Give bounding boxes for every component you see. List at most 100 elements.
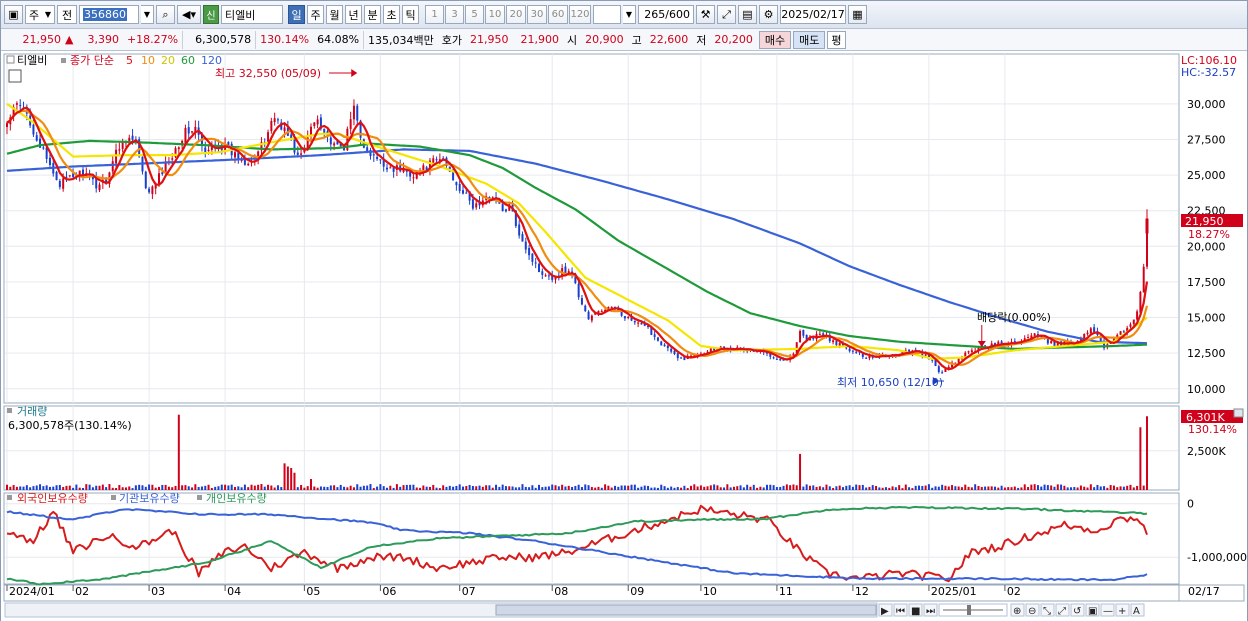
volume-bar — [25, 485, 28, 490]
stop-icon[interactable]: ■ — [908, 603, 923, 617]
plus-icon[interactable]: + — [1115, 603, 1130, 617]
volume-bar — [881, 487, 884, 490]
volume-bar — [250, 484, 253, 490]
interval-button-30[interactable]: 30 — [527, 5, 547, 24]
candle-body — [191, 131, 194, 133]
reset-icon[interactable]: ↺ — [1070, 603, 1085, 617]
interval-input[interactable] — [593, 5, 621, 24]
grid-toggle-icon[interactable] — [8, 69, 22, 83]
candle-body — [779, 359, 782, 361]
period-tab-4[interactable]: 분 — [364, 5, 381, 24]
volume-bar — [111, 487, 114, 490]
legend-marker-icon — [7, 408, 12, 413]
interval-button-5[interactable]: 5 — [465, 5, 484, 24]
volume-bar — [1086, 487, 1089, 490]
volume-bar — [346, 487, 349, 490]
volume-bar — [861, 484, 864, 490]
interval-button-3[interactable]: 3 — [445, 5, 464, 24]
buy-button[interactable]: 매수 — [758, 30, 792, 49]
candle-body — [937, 366, 940, 373]
search-icon[interactable]: ⌕ — [156, 5, 175, 24]
volume-bar — [732, 486, 735, 490]
volume-bar — [402, 485, 405, 490]
interval-dropdown-icon[interactable]: ▼ — [623, 5, 636, 24]
interval-button-1[interactable]: 1 — [425, 5, 444, 24]
gear-icon[interactable]: ⚙ — [759, 5, 778, 24]
period-tab-0[interactable]: 일 — [288, 5, 305, 24]
fit-icon[interactable]: ⤢ — [1055, 603, 1070, 617]
volume-bar — [544, 486, 547, 490]
stock-name-field[interactable]: 티엘비 — [221, 5, 283, 24]
minus-icon[interactable]: — — [1100, 603, 1115, 617]
market-type-select[interactable]: 주 ▼ — [25, 5, 55, 24]
all-button[interactable]: 전 — [57, 5, 77, 24]
candle-body — [577, 283, 580, 298]
volume-bar — [908, 487, 911, 490]
stock-chart[interactable]: 30,00027,50025,00022,50020,00017,50015,0… — [1, 51, 1247, 621]
zoom-out-icon[interactable]: ⊖ — [1025, 603, 1040, 617]
code-dropdown-icon[interactable]: ▼ — [141, 5, 154, 24]
zoom-slider-thumb[interactable] — [967, 605, 971, 615]
candle-body — [323, 128, 326, 133]
volume-bar — [789, 485, 792, 490]
period-tab-3[interactable]: 년 — [345, 5, 362, 24]
calendar-icon[interactable]: ▦ — [848, 5, 867, 24]
scroll-bar[interactable] — [4, 602, 878, 618]
scroll-right-icon[interactable]: ▶ — [878, 603, 893, 617]
date-field[interactable]: 2025/02/17 — [780, 5, 846, 24]
evaluation-button[interactable]: 평 — [827, 30, 846, 49]
volume-bar — [709, 485, 712, 490]
lock-icon[interactable]: ▣ — [1085, 603, 1100, 617]
legend-marker-icon — [61, 58, 66, 63]
candle-body — [1132, 319, 1135, 325]
interval-button-120[interactable]: 120 — [569, 5, 591, 24]
candle-body — [422, 165, 425, 171]
save-icon[interactable]: ▤ — [738, 5, 757, 24]
volume-bar — [1030, 484, 1033, 490]
interval-button-60[interactable]: 60 — [548, 5, 568, 24]
tool-icon[interactable]: ⚒ — [696, 5, 715, 24]
candle-body — [1116, 334, 1119, 337]
volume-bar — [1017, 487, 1020, 490]
zoom-slider-icon[interactable] — [938, 603, 1008, 617]
speaker-icon[interactable]: ◀▾ — [177, 5, 201, 24]
first-page-icon[interactable]: ⏮ — [893, 603, 908, 617]
interval-button-20[interactable]: 20 — [506, 5, 526, 24]
volume-bar — [650, 487, 653, 490]
crosshair-icon[interactable]: ⤢ — [717, 5, 736, 24]
volume-bar — [495, 484, 498, 490]
period-tab-5[interactable]: 초 — [383, 5, 400, 24]
volume-bar — [488, 485, 491, 490]
volume-bar — [947, 486, 950, 490]
turnover-rate: 64.08% — [317, 33, 360, 46]
text-size-icon[interactable]: A — [1130, 603, 1145, 617]
volume-bar — [696, 486, 699, 490]
count-field[interactable]: 265/600 — [638, 5, 694, 24]
period-tab-2[interactable]: 월 — [326, 5, 343, 24]
candle-body — [528, 247, 531, 256]
candle-body — [653, 334, 656, 338]
zoom-in-icon[interactable]: ⊕ — [1010, 603, 1025, 617]
x-tick-label: 02 — [75, 585, 89, 598]
interval-button-10[interactable]: 10 — [485, 5, 505, 24]
volume-bar — [571, 486, 574, 490]
low-label: 저 — [696, 33, 707, 47]
period-tab-1[interactable]: 주 — [307, 5, 324, 24]
x-tick-label: 09 — [630, 585, 644, 598]
window-icon[interactable]: ▣ — [4, 5, 23, 24]
scroll-thumb[interactable] — [495, 604, 877, 616]
last-page-icon-glyph: ⏭ — [926, 606, 935, 617]
candle-body — [389, 167, 392, 169]
sell-button[interactable]: 매도 — [793, 30, 826, 49]
period-tab-6[interactable]: 틱 — [402, 5, 419, 24]
trend-icon[interactable]: ⤡ — [1040, 603, 1055, 617]
candle-body — [547, 275, 550, 277]
volume-bar — [1073, 487, 1076, 490]
high-annotation: 최고 32,550 (05/09) — [215, 67, 321, 80]
stock-code-input[interactable]: 356860 — [79, 5, 139, 24]
volume-bar — [481, 486, 484, 490]
last-page-icon[interactable]: ⏭ — [923, 603, 938, 617]
panel-close-icon[interactable] — [1233, 408, 1244, 418]
candle-body — [941, 372, 944, 374]
volume-bar — [276, 485, 279, 490]
